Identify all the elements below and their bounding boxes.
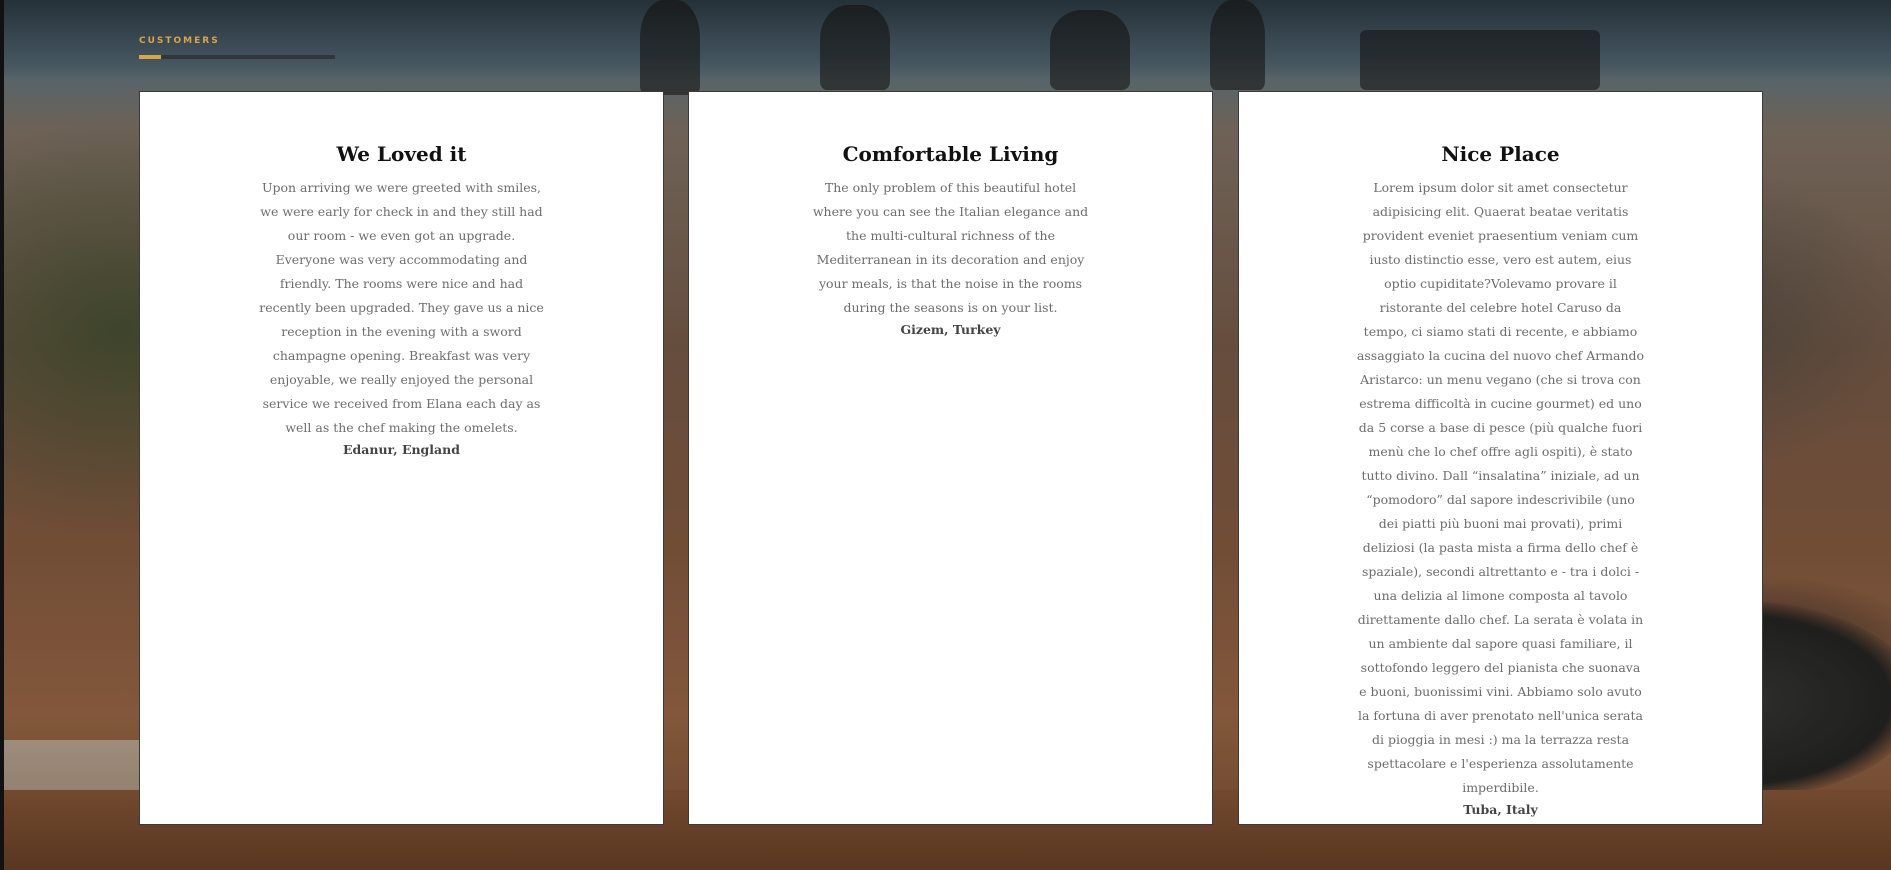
testimonial-content: Nice Place Lorem ipsum dolor sit amet co…	[1357, 92, 1645, 820]
section-label: CUSTOMERS	[139, 36, 220, 46]
testimonial-title: Nice Place	[1441, 142, 1560, 166]
testimonial-content: We Loved it Upon arriving we were greete…	[258, 92, 546, 460]
section-underline-accent	[139, 55, 161, 59]
section-underline	[139, 55, 335, 59]
testimonial-text: The only problem of this beautiful hotel…	[812, 180, 1089, 315]
frame-edge	[0, 0, 4, 870]
testimonial-card: We Loved it Upon arriving we were greete…	[139, 91, 664, 825]
testimonial-card: Comfortable Living The only problem of t…	[688, 91, 1213, 825]
testimonial-author: Gizem, Turkey	[900, 322, 1001, 337]
testimonial-title: Comfortable Living	[842, 142, 1059, 166]
testimonial-text: Lorem ipsum dolor sit amet consectetur a…	[1356, 180, 1645, 795]
testimonial-content: Comfortable Living The only problem of t…	[807, 92, 1095, 340]
testimonial-text: Upon arriving we were greeted with smile…	[259, 180, 544, 435]
testimonial-title: We Loved it	[336, 142, 467, 166]
testimonial-author: Tuba, Italy	[1463, 802, 1538, 817]
testimonial-author: Edanur, England	[343, 442, 460, 457]
testimonial-card: Nice Place Lorem ipsum dolor sit amet co…	[1238, 91, 1763, 825]
